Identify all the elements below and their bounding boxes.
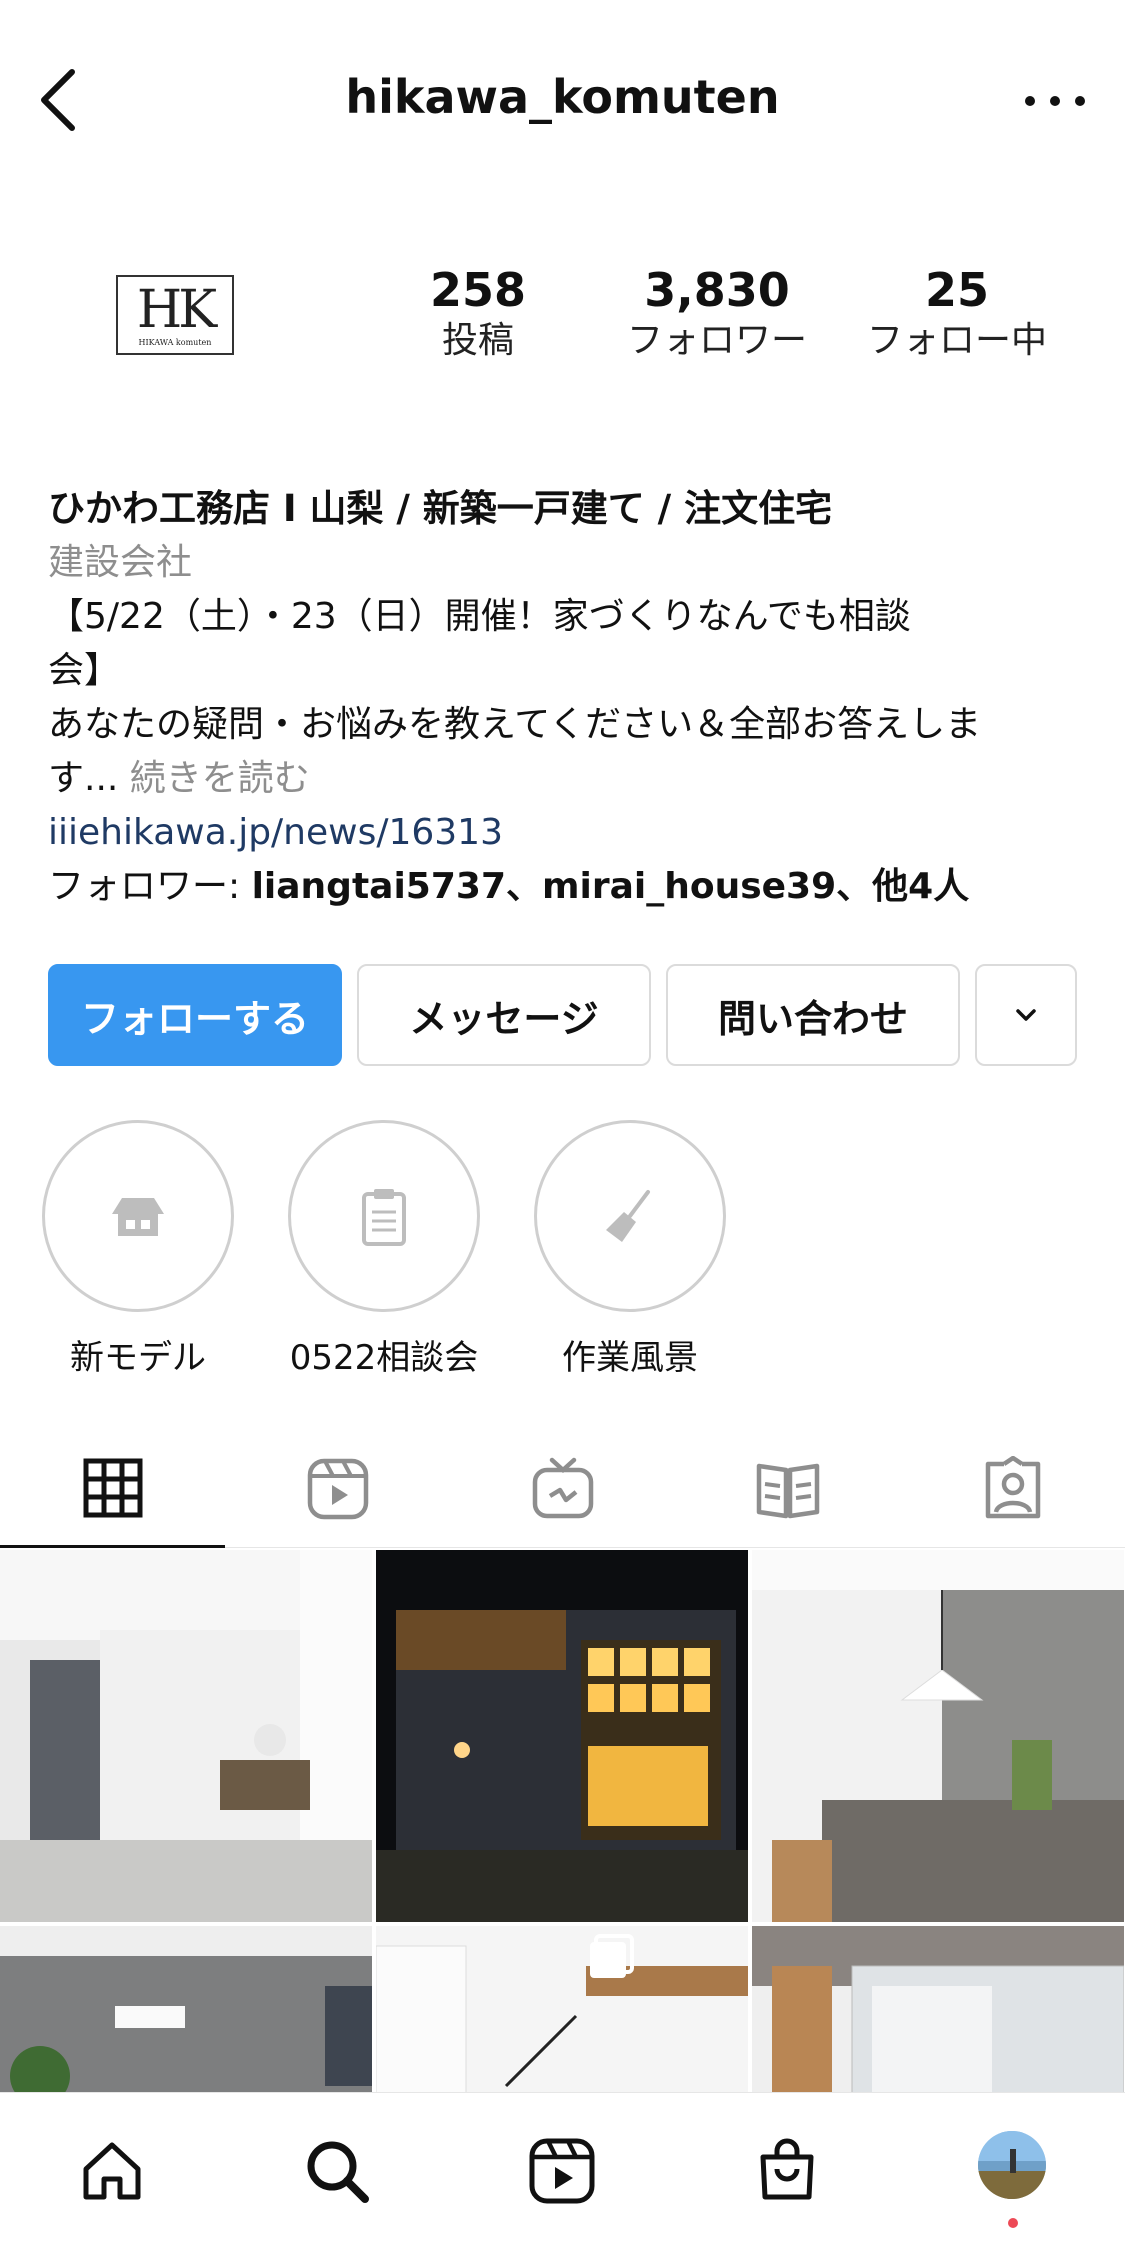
bio-website-link[interactable]: iiiehikawa.jp/news/16313 xyxy=(48,806,1088,860)
profile-tabs xyxy=(0,1430,1125,1548)
following-count[interactable]: 25 フォロー中 xyxy=(857,262,1057,364)
nav-reels[interactable] xyxy=(522,2131,602,2211)
highlight-new-model[interactable]: 新モデル xyxy=(40,1120,236,1379)
followers-count[interactable]: 3,830 フォロワー xyxy=(617,262,817,364)
home-icon xyxy=(83,2142,141,2200)
profile-avatar[interactable]: HK HIKAWA komuten xyxy=(60,215,290,415)
igtv-icon xyxy=(532,1457,593,1519)
tab-igtv[interactable] xyxy=(450,1430,675,1548)
bottom-navigation xyxy=(0,2092,1125,2257)
search-icon xyxy=(307,2141,369,2203)
highlight-consultation[interactable]: 0522相談会 xyxy=(286,1120,482,1379)
nav-home[interactable] xyxy=(72,2131,152,2211)
post-thumbnail[interactable] xyxy=(752,1550,1124,1922)
profile-screen: hikawa_komuten HK HIKAWA komuten 258 投稿 … xyxy=(0,0,1125,2257)
tagged-icon xyxy=(985,1456,1040,1519)
more-options-icon[interactable] xyxy=(1025,86,1085,116)
tab-guides[interactable] xyxy=(675,1430,900,1548)
highlight-work-scenes[interactable]: 作業風景 xyxy=(532,1120,728,1379)
clipboard-icon xyxy=(362,1189,406,1246)
tab-posts-grid[interactable] xyxy=(0,1430,225,1548)
tab-reels[interactable] xyxy=(225,1430,450,1548)
shop-icon xyxy=(760,2138,814,2200)
bio-line: 会】 xyxy=(48,650,121,691)
bio-line: 【5/22（土）・23（日）開催！家づくりなんでも相談 xyxy=(48,596,911,637)
contact-button[interactable]: 問い合わせ xyxy=(666,964,960,1066)
posts-count[interactable]: 258 投稿 xyxy=(378,262,578,364)
post-thumbnail[interactable] xyxy=(376,1550,748,1922)
broom-icon xyxy=(606,1190,650,1242)
nav-search[interactable] xyxy=(297,2131,377,2211)
top-bar: hikawa_komuten xyxy=(0,0,1125,210)
reels-icon xyxy=(307,1458,368,1520)
hk-logo: HK HIKAWA komuten xyxy=(116,275,234,355)
bio-line: あなたの疑問・お悩みを教えてください＆全部お答えしま xyxy=(48,704,982,745)
tab-tagged[interactable] xyxy=(900,1430,1125,1548)
guides-icon xyxy=(756,1463,819,1519)
posts-grid xyxy=(0,1550,1125,2257)
nav-profile-avatar[interactable] xyxy=(978,2131,1046,2199)
post-thumbnail[interactable] xyxy=(0,1550,372,1922)
category-label: 建設会社 xyxy=(48,542,193,583)
chevron-down-icon xyxy=(1016,1009,1036,1021)
grid-icon xyxy=(83,1458,142,1517)
profile-username: hikawa_komuten xyxy=(345,70,780,124)
bio-line: す... 続きを読む xyxy=(48,758,310,799)
display-name: ひかわ工務店 I 山梨 / 新築一戸建て / 注文住宅 xyxy=(48,487,833,530)
suggested-accounts-button[interactable] xyxy=(975,964,1077,1066)
house-icon xyxy=(112,1198,164,1236)
nav-shop[interactable] xyxy=(747,2131,827,2211)
reels-icon xyxy=(529,2138,595,2204)
follow-button[interactable]: フォローする xyxy=(48,964,342,1066)
message-button[interactable]: メッセージ xyxy=(357,964,651,1066)
mutual-followers[interactable]: フォロワー: liangtai5737、mirai_house39、他4人 xyxy=(48,860,1088,914)
read-more-link[interactable]: 続きを読む xyxy=(130,758,310,799)
profile-bio: ひかわ工務店 I 山梨 / 新築一戸建て / 注文住宅 建設会社 【5/22（土… xyxy=(48,482,1088,914)
notification-dot xyxy=(1008,2218,1018,2228)
